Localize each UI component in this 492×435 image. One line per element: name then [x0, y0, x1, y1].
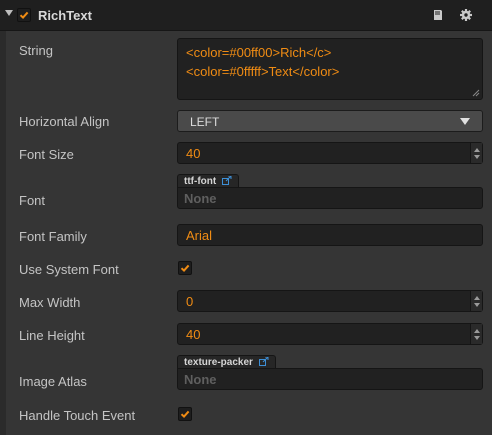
font-family-value: Arial [186, 228, 213, 243]
image-atlas-asset-type: texture-packer [184, 357, 253, 368]
line-height-stepper[interactable] [470, 324, 482, 344]
gear-icon[interactable] [459, 8, 473, 22]
horizontal-align-label: Horizontal Align [19, 114, 110, 129]
checkmark-icon [180, 410, 190, 419]
font-asset-type-tag: ttf-font [177, 174, 239, 188]
max-width-input[interactable]: 0 [177, 290, 483, 312]
font-size-value: 40 [186, 146, 201, 161]
book-icon[interactable] [431, 8, 445, 22]
line-height-input[interactable]: 40 [177, 323, 483, 345]
stepper-up-icon[interactable] [474, 296, 480, 300]
component-header: RichText [0, 0, 492, 31]
external-link-icon[interactable] [221, 176, 232, 185]
component-enabled-checkbox[interactable] [17, 8, 31, 22]
font-asset-field[interactable]: ttf-font None [177, 174, 483, 216]
stepper-down-icon[interactable] [474, 336, 480, 340]
font-family-input[interactable]: Arial [177, 224, 483, 246]
string-line-2: <color=#0fffff>Text</color> [186, 64, 340, 79]
image-atlas-asset-field[interactable]: texture-packer None [177, 355, 483, 397]
image-atlas-label: Image Atlas [19, 374, 87, 389]
handle-touch-event-label: Handle Touch Event [19, 408, 136, 423]
string-textarea[interactable]: <color=#00ff00>Rich</c> <color=#0fffff>T… [177, 38, 483, 100]
line-height-label: Line Height [19, 328, 85, 343]
font-size-label: Font Size [19, 147, 74, 162]
stepper-down-icon[interactable] [474, 155, 480, 159]
stepper-up-icon[interactable] [474, 329, 480, 333]
font-asset-value[interactable]: None [177, 187, 483, 209]
use-system-font-checkbox[interactable] [178, 261, 192, 275]
handle-touch-event-checkbox[interactable] [178, 407, 192, 421]
font-asset-type: ttf-font [184, 176, 217, 187]
image-atlas-asset-type-tag: texture-packer [177, 355, 276, 369]
component-title: RichText [38, 8, 92, 23]
horizontal-align-value: LEFT [190, 115, 220, 129]
collapse-arrow-icon[interactable] [5, 10, 13, 16]
font-family-label: Font Family [19, 229, 87, 244]
string-line-1: <color=#00ff00>Rich</c> [186, 45, 332, 60]
use-system-font-label: Use System Font [19, 262, 119, 277]
max-width-stepper[interactable] [470, 291, 482, 311]
max-width-label: Max Width [19, 295, 81, 310]
image-atlas-asset-value[interactable]: None [177, 368, 483, 390]
resize-grip-icon[interactable] [472, 89, 480, 97]
font-label: Font [19, 193, 46, 208]
checkmark-icon [180, 264, 190, 273]
checkmark-icon [19, 11, 29, 20]
font-size-stepper[interactable] [470, 143, 482, 163]
horizontal-align-select[interactable]: LEFT [177, 110, 483, 132]
external-link-icon[interactable] [258, 357, 269, 366]
stepper-up-icon[interactable] [474, 148, 480, 152]
max-width-value: 0 [186, 294, 194, 309]
font-size-input[interactable]: 40 [177, 142, 483, 164]
chevron-down-icon [460, 118, 470, 125]
string-label: String [19, 43, 53, 58]
stepper-down-icon[interactable] [474, 303, 480, 307]
line-height-value: 40 [186, 327, 201, 342]
